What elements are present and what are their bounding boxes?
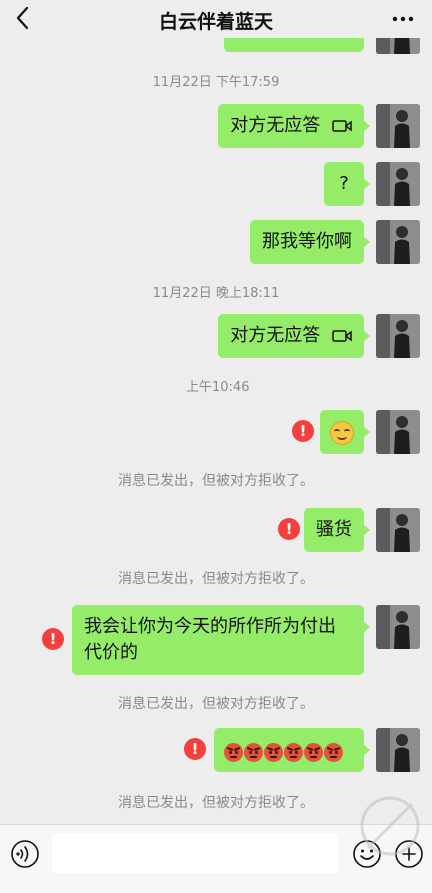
- avatar[interactable]: [376, 104, 420, 148]
- error-icon[interactable]: !: [184, 738, 206, 760]
- angry-emoji-icon: [244, 742, 263, 762]
- message-input[interactable]: [52, 833, 338, 873]
- message-list[interactable]: 11月22日 下午17:59 对方无应答 ? 那我等你啊 11月22日 晚上18…: [0, 38, 432, 824]
- avatar[interactable]: [376, 605, 420, 649]
- message-text: 我会让你为今天的所作所为付出代价的: [84, 616, 336, 663]
- avatar[interactable]: [376, 508, 420, 552]
- avatar[interactable]: [376, 314, 420, 358]
- message-text: 那我等你啊: [262, 231, 352, 252]
- timestamp: 11月22日 下午17:59: [152, 75, 280, 90]
- angry-emoji-icon: [304, 742, 323, 762]
- reject-notice: 消息已发出，但被对方拒收了。: [118, 696, 314, 712]
- chat-header: 白云伴着蓝天: [0, 0, 432, 38]
- video-call-icon: [332, 120, 352, 132]
- message-bubble[interactable]: ?: [324, 162, 370, 206]
- message-bubble[interactable]: 对方无应答: [218, 314, 370, 358]
- message-text: 对方无应答: [230, 115, 321, 136]
- watermark-icon: [360, 796, 420, 856]
- avatar[interactable]: [376, 410, 420, 454]
- angry-emoji-icon: [284, 742, 303, 762]
- error-icon[interactable]: !: [42, 628, 64, 650]
- timestamp-label: 上午10:46: [186, 380, 250, 395]
- angry-emoji-icon: [324, 742, 343, 762]
- message-text: ?: [339, 173, 349, 194]
- reject-notice: 消息已发出，但被对方拒收了。: [118, 571, 314, 587]
- error-icon[interactable]: !: [292, 420, 314, 442]
- avatar[interactable]: [376, 162, 420, 206]
- smile-emoji-icon: [330, 421, 354, 445]
- timestamp: 11月22日 晚上18:11: [152, 286, 280, 301]
- message-bubble-partial[interactable]: [224, 38, 364, 52]
- chat-title: 白云伴着蓝天: [158, 11, 273, 33]
- avatar[interactable]: [376, 728, 420, 772]
- message-text: 骚货: [316, 519, 352, 540]
- message-bubble[interactable]: [320, 410, 370, 454]
- message-bubble[interactable]: [214, 728, 370, 772]
- message-bubble[interactable]: 对方无应答: [218, 104, 370, 148]
- more-dots-icon[interactable]: [390, 7, 416, 31]
- reject-notice: 消息已发出，但被对方拒收了。: [118, 473, 314, 489]
- message-text: 对方无应答: [230, 325, 321, 346]
- message-bubble[interactable]: 那我等你啊: [250, 220, 370, 264]
- angry-emoji-icon: [224, 742, 243, 762]
- avatar[interactable]: [376, 38, 420, 54]
- angry-emoji-icon: [264, 742, 283, 762]
- voice-icon[interactable]: [10, 839, 40, 869]
- message-bubble[interactable]: 我会让你为今天的所作所为付出代价的: [72, 605, 370, 675]
- avatar[interactable]: [376, 220, 420, 264]
- video-call-icon: [332, 330, 352, 342]
- error-icon[interactable]: !: [278, 518, 300, 540]
- message-bubble[interactable]: 骚货: [304, 508, 370, 552]
